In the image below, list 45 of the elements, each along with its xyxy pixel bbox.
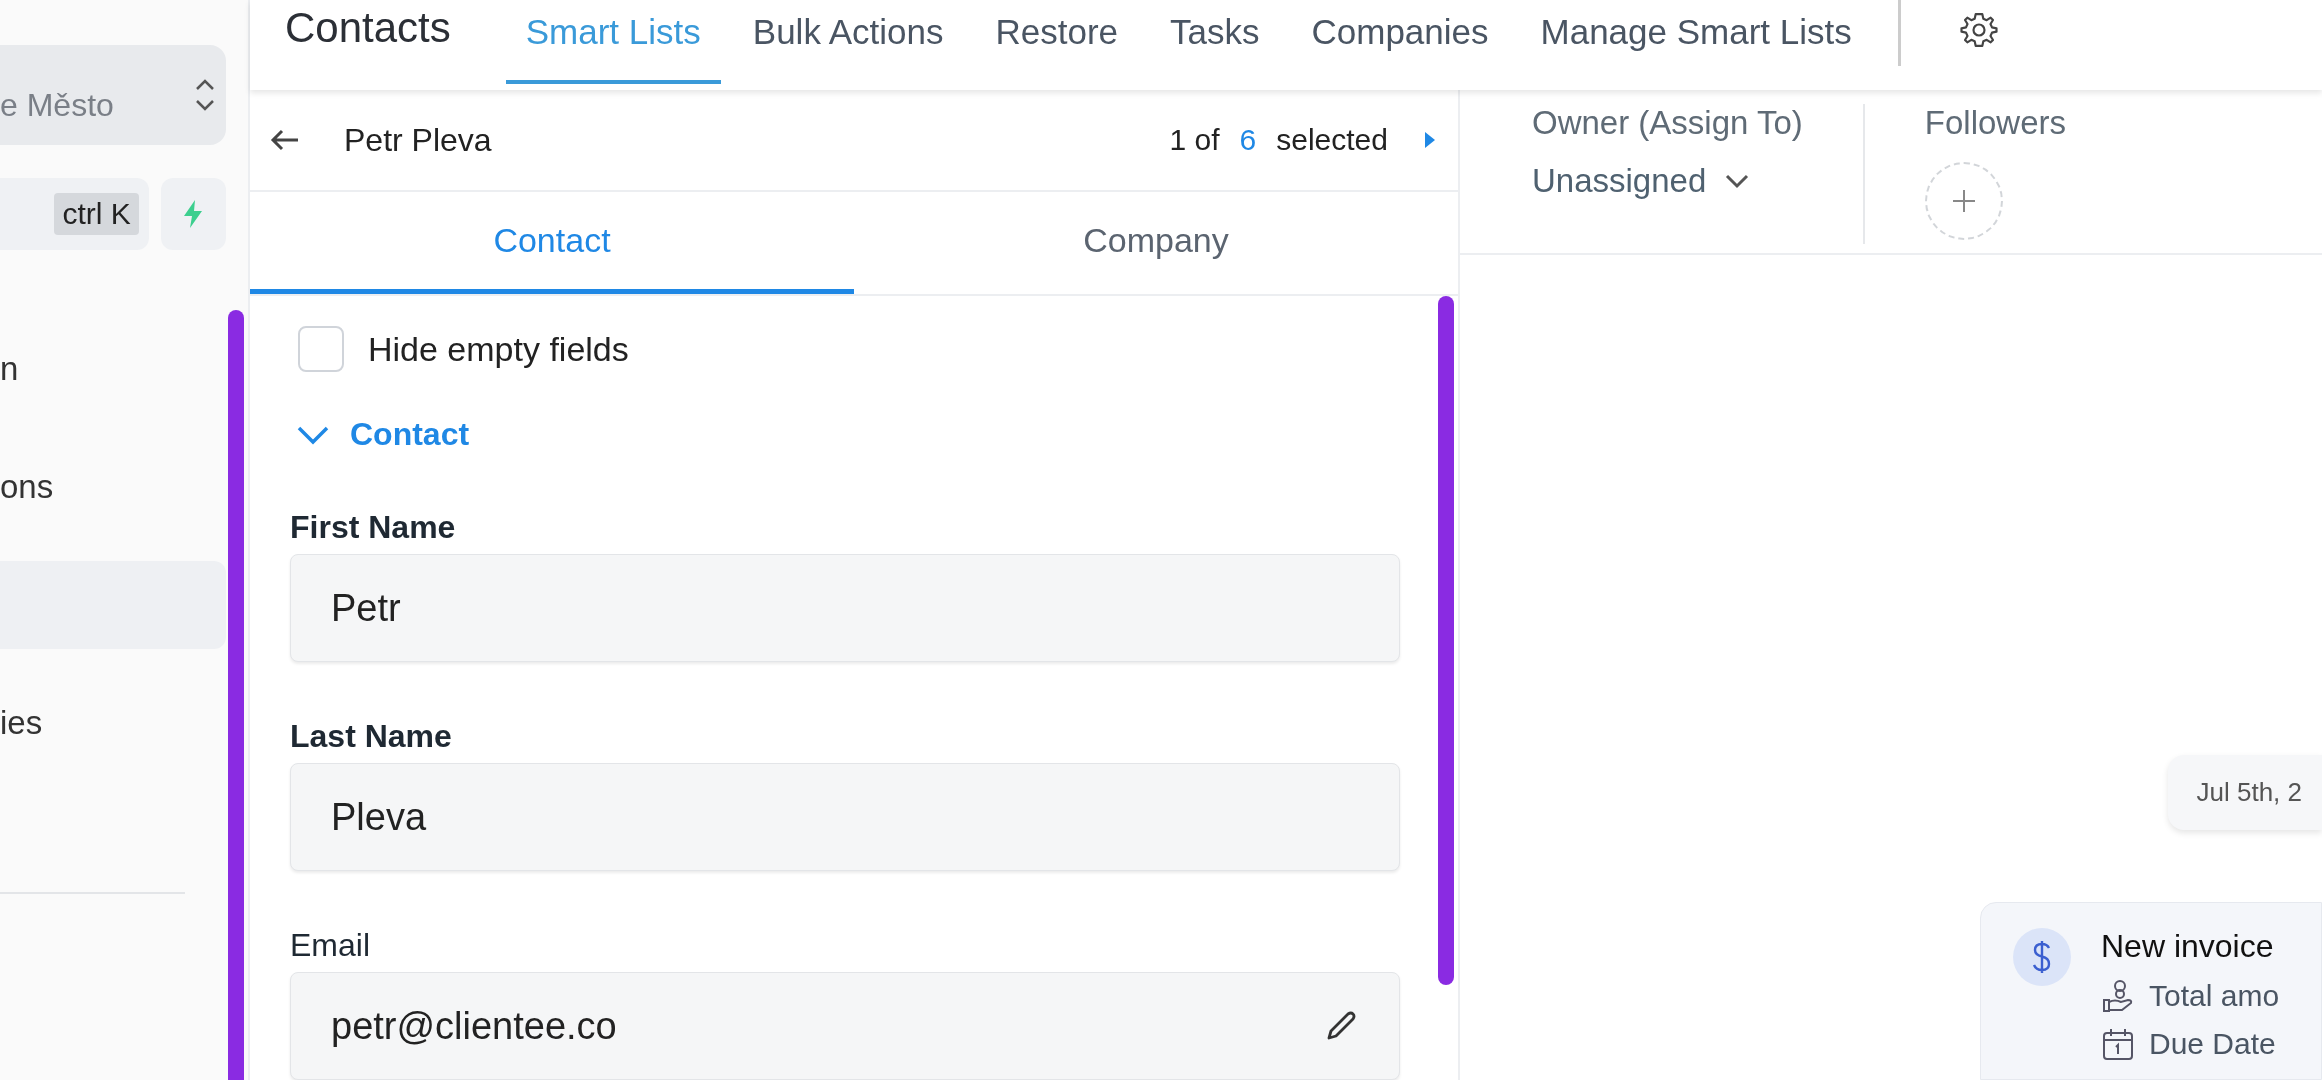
search-field[interactable]: ctrl K	[0, 178, 149, 250]
nav-tab[interactable]: Tasks	[1150, 0, 1280, 84]
followers-label: Followers	[1924, 104, 2067, 142]
nav-item[interactable]: ies	[0, 664, 226, 782]
shortcut-badge: ctrl K	[54, 193, 139, 235]
activity-detail: Total amo	[2149, 979, 2280, 1013]
nav-tab[interactable]: Restore	[975, 0, 1138, 84]
scrollbar[interactable]	[1438, 296, 1454, 985]
date-chip: Jul 5th, 2	[2168, 755, 2322, 830]
field-label: Last Name	[290, 718, 453, 755]
checkbox-label: Hide empty fields	[368, 329, 629, 369]
record-tab[interactable]: Company	[854, 192, 1458, 294]
nav-tab[interactable]: Companies	[1291, 0, 1509, 84]
field-label: Email	[290, 927, 371, 964]
chevron-down-icon[interactable]	[1724, 173, 1751, 189]
next-caret-icon[interactable]	[1424, 131, 1436, 149]
input-field[interactable]: Pleva	[290, 763, 1400, 871]
owner-label: Owner (Assign To)	[1532, 104, 1803, 142]
activity-detail: Due Date	[2149, 1027, 2276, 1061]
back-arrow-icon[interactable]	[270, 128, 300, 152]
nav-tab[interactable]: Manage Smart Lists	[1520, 0, 1872, 84]
scrollbar[interactable]	[228, 310, 244, 1080]
checkbox[interactable]	[298, 326, 344, 372]
calendar-icon	[2101, 1027, 2135, 1061]
input-field[interactable]: Petr	[290, 554, 1400, 662]
nav-item[interactable]: n	[0, 310, 226, 428]
input-field[interactable]: petr@clientee.co	[290, 972, 1400, 1080]
nav-tab[interactable]: Bulk Actions	[732, 0, 964, 84]
selected-label: selected	[1276, 123, 1388, 157]
settings-icon[interactable]	[1958, 10, 1999, 50]
owner-dropdown[interactable]: Unassigned	[1532, 162, 1803, 200]
section-toggle[interactable]: Contact	[296, 416, 470, 453]
record-name: Petr Pleva	[344, 121, 492, 159]
record-tab[interactable]: Contact	[250, 192, 854, 294]
quick-action-button[interactable]	[160, 178, 226, 250]
lightning-icon	[182, 199, 205, 229]
plus-icon	[1950, 188, 1977, 214]
nav-item[interactable]: ons	[0, 428, 226, 546]
activity-title: New invoice	[2101, 928, 2275, 965]
coins-hand-icon	[2101, 979, 2135, 1013]
selected-count: 6	[1239, 123, 1257, 157]
position-text: 1 of	[1169, 123, 1220, 157]
activity-card[interactable]: New invoice Total amo Due Date	[1980, 902, 2322, 1080]
page-title: Contacts	[285, 4, 451, 52]
field-label: First Name	[290, 509, 457, 546]
